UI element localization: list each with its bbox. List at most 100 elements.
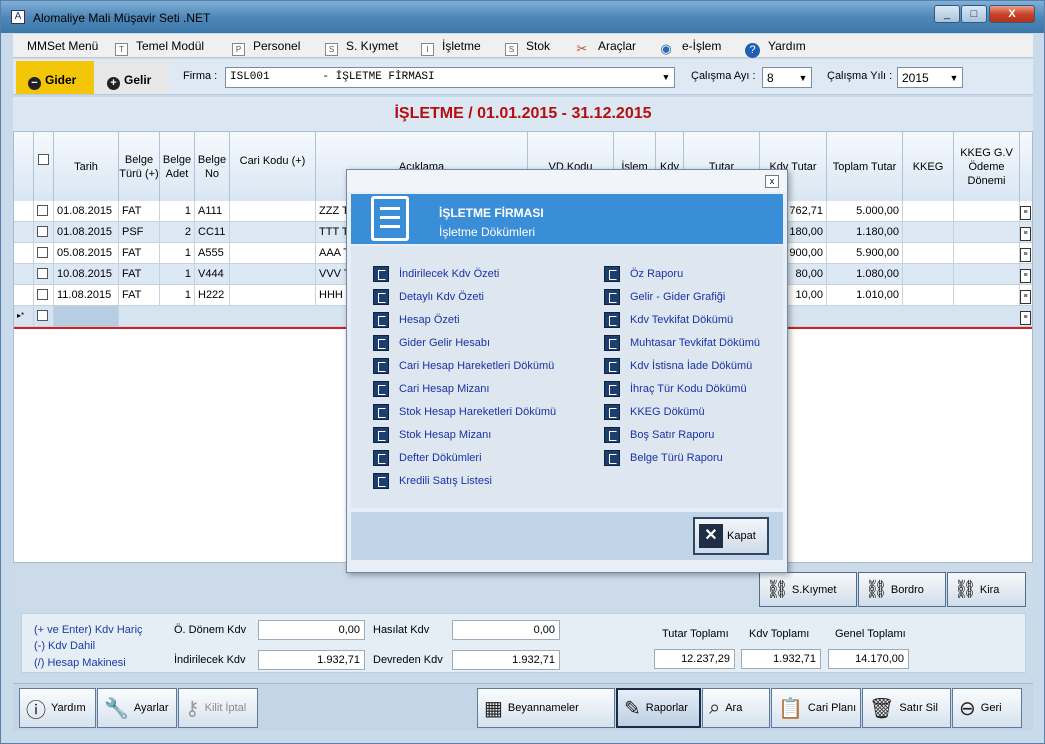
menu-eislem[interactable]: ◉ e-İşlem	[658, 39, 721, 56]
cell-adet[interactable]: 2	[160, 222, 195, 243]
odonem-field[interactable]: 0,00	[258, 620, 365, 640]
cell-no[interactable]: H222	[195, 285, 230, 306]
report-gider-gelir[interactable]: Gider Gelir Hesabı	[373, 335, 490, 351]
row-checkbox[interactable]	[34, 264, 54, 285]
cell-tur[interactable]: FAT	[119, 264, 160, 285]
document-icon[interactable]: ≡	[1020, 264, 1032, 285]
report-detayli-kdv[interactable]: Detaylı Kdv Özeti	[373, 289, 484, 305]
cell-toplam[interactable]: 5.000,00	[827, 201, 903, 222]
ayarlar-button[interactable]: 🔧 Ayarlar	[97, 688, 177, 728]
menu-stok[interactable]: S Stok	[505, 39, 550, 56]
menu-skiymet[interactable]: S S. Kıymet	[325, 39, 398, 56]
row-selector[interactable]	[14, 264, 34, 285]
document-icon[interactable]: ≡	[1020, 201, 1032, 222]
kira-button[interactable]: ⛓ Kira	[947, 572, 1026, 607]
cell-kkeg[interactable]	[903, 201, 954, 222]
report-hesap-ozeti[interactable]: Hesap Özeti	[373, 312, 460, 328]
cell-adet[interactable]: 1	[160, 264, 195, 285]
report-kredili-satis[interactable]: Kredili Satış Listesi	[373, 473, 492, 489]
minimize-button[interactable]: _	[934, 5, 960, 23]
col-cari-kodu[interactable]: Cari Kodu (+)	[230, 132, 316, 201]
cell-kkeg-gv[interactable]	[954, 201, 1020, 222]
row-checkbox[interactable]	[34, 222, 54, 243]
cell-tarih[interactable]: 01.08.2015	[54, 201, 119, 222]
maximize-button[interactable]: □	[961, 5, 987, 23]
devreden-field[interactable]: 1.932,71	[452, 650, 560, 670]
cell-kkeg-gv[interactable]	[954, 243, 1020, 264]
col-toplam-tutar[interactable]: Toplam Tutar	[827, 132, 903, 201]
hasilat-field[interactable]: 0,00	[452, 620, 560, 640]
col-belge-adet[interactable]: Belge Adet	[160, 132, 195, 201]
col-tarih[interactable]: Tarih	[54, 132, 119, 201]
row-selector[interactable]	[14, 243, 34, 264]
document-icon[interactable]: ≡	[1020, 222, 1032, 243]
cell-cari[interactable]	[230, 264, 316, 285]
cell-tur[interactable]: FAT	[119, 201, 160, 222]
report-cari-hareket[interactable]: Cari Hesap Hareketleri Dökümü	[373, 358, 554, 374]
cell-tarih[interactable]: 10.08.2015	[54, 264, 119, 285]
cell-kkeg-gv[interactable]	[954, 222, 1020, 243]
satir-sil-button[interactable]: 🗑 Satır Sil	[862, 688, 951, 728]
cell-no[interactable]: A111	[195, 201, 230, 222]
report-gelir-gider-grafik[interactable]: Gelir - Gider Grafiği	[604, 289, 725, 305]
col-kkeg[interactable]: KKEG	[903, 132, 954, 201]
indirilecek-field[interactable]: 1.932,71	[258, 650, 365, 670]
cell-no[interactable]: CC11	[195, 222, 230, 243]
cell-no[interactable]: A555	[195, 243, 230, 264]
cell-kkeg-gv[interactable]	[954, 264, 1020, 285]
beyannameler-button[interactable]: ▦ Beyannameler	[477, 688, 615, 728]
dialog-close-button[interactable]: x	[765, 175, 779, 188]
row-selector[interactable]	[14, 201, 34, 222]
report-defter[interactable]: Defter Dökümleri	[373, 450, 482, 466]
col-belge-turu[interactable]: Belge Türü (+)	[119, 132, 160, 201]
menu-yardim[interactable]: ? Yardım	[745, 39, 806, 58]
cell-cari[interactable]	[230, 222, 316, 243]
cell-kkeg[interactable]	[903, 222, 954, 243]
cell-adet[interactable]: 1	[160, 201, 195, 222]
row-checkbox[interactable]	[34, 285, 54, 306]
report-stok-hareket[interactable]: Stok Hesap Hareketleri Dökümü	[373, 404, 556, 420]
cell-cari[interactable]	[230, 285, 316, 306]
row-selector[interactable]	[14, 285, 34, 306]
report-kkeg[interactable]: KKEG Dökümü	[604, 404, 705, 420]
cell-toplam[interactable]: 5.900,00	[827, 243, 903, 264]
kilit-iptal-button[interactable]: ⚷ Kilit İptal	[178, 688, 258, 728]
cell-adet[interactable]: 1	[160, 243, 195, 264]
skiymet-button[interactable]: ⛓ S.Kıymet	[759, 572, 857, 607]
cell-kkeg-gv[interactable]	[954, 285, 1020, 306]
cell-tarih[interactable]: 05.08.2015	[54, 243, 119, 264]
select-all-checkbox[interactable]	[34, 132, 54, 201]
report-bos-satir[interactable]: Boş Satır Raporu	[604, 427, 714, 443]
close-window-button[interactable]: X	[989, 5, 1035, 23]
firma-select[interactable]: ISL001 - İŞLETME FİRMASI ▼	[225, 67, 675, 88]
cell-toplam[interactable]: 1.080,00	[827, 264, 903, 285]
cell-kkeg[interactable]	[903, 285, 954, 306]
cell-tarih[interactable]: 01.08.2015	[54, 222, 119, 243]
report-ihrac-tur[interactable]: İhraç Tür Kodu Dökümü	[604, 381, 747, 397]
report-belge-turu[interactable]: Belge Türü Raporu	[604, 450, 723, 466]
cell-tur[interactable]: PSF	[119, 222, 160, 243]
report-kdv-istisna[interactable]: Kdv İstisna İade Dökümü	[604, 358, 752, 374]
menu-personel[interactable]: P Personel	[232, 39, 300, 56]
menu-araclar[interactable]: ✂ Araçlar	[574, 39, 636, 56]
cell-adet[interactable]: 1	[160, 285, 195, 306]
row-checkbox[interactable]	[34, 243, 54, 264]
geri-button[interactable]: ⊖ Geri	[952, 688, 1022, 728]
document-icon[interactable]: ≡	[1020, 285, 1032, 306]
col-kkeg-gv[interactable]: KKEG G.V Ödeme Dönemi	[954, 132, 1020, 201]
report-stok-mizan[interactable]: Stok Hesap Mizanı	[373, 427, 491, 443]
cell-kkeg[interactable]	[903, 264, 954, 285]
cell-cari[interactable]	[230, 201, 316, 222]
kapat-button[interactable]: ✕ Kapat	[693, 517, 769, 555]
calisma-yili-select[interactable]: 2015 ▼	[897, 67, 963, 88]
menu-temel-modul[interactable]: T Temel Modül	[115, 39, 204, 56]
report-cari-mizan[interactable]: Cari Hesap Mizanı	[373, 381, 489, 397]
document-icon[interactable]: ≡	[1020, 243, 1032, 264]
cell-tarih[interactable]: 11.08.2015	[54, 285, 119, 306]
cell-toplam[interactable]: 1.180,00	[827, 222, 903, 243]
cell-kkeg[interactable]	[903, 243, 954, 264]
cell-tur[interactable]: FAT	[119, 285, 160, 306]
raporlar-button[interactable]: ✎ Raporlar	[616, 688, 701, 728]
cell-toplam[interactable]: 1.010,00	[827, 285, 903, 306]
calisma-ayi-select[interactable]: 8 ▼	[762, 67, 812, 88]
